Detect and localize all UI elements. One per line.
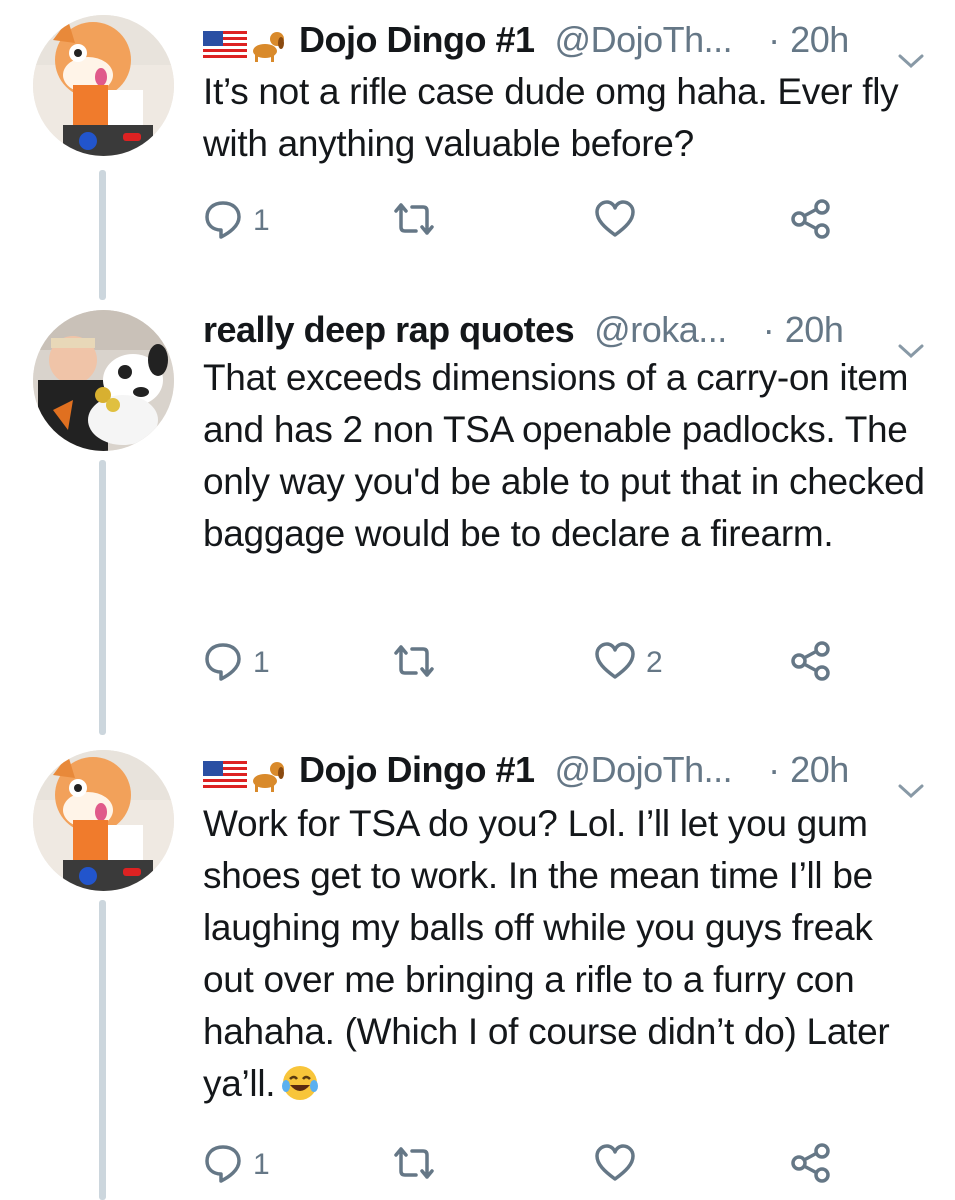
display-name[interactable]: Dojo Dingo #1 xyxy=(299,749,535,790)
reply-icon xyxy=(203,641,243,686)
tweet-header: Dojo Dingo #1 @DojoTh... · 20h xyxy=(203,740,925,800)
like-button[interactable] xyxy=(594,1140,646,1190)
like-button[interactable] xyxy=(594,196,646,246)
share-button[interactable] xyxy=(790,1140,832,1190)
reply-button[interactable]: 1 xyxy=(203,638,270,688)
share-icon xyxy=(790,640,832,687)
flag-emojis xyxy=(203,12,287,72)
tweet[interactable]: really deep rap quotes @roka... · 20h Th… xyxy=(0,300,955,720)
timestamp[interactable]: 20h xyxy=(785,309,844,350)
tweet-header: Dojo Dingo #1 @DojoTh... · 20h xyxy=(203,10,925,70)
heart-icon xyxy=(594,199,636,243)
us-flag-icon xyxy=(203,760,284,792)
dog-emoji-icon xyxy=(253,761,284,792)
timestamp[interactable]: 20h xyxy=(790,749,849,790)
tweet-text: That exceeds dimensions of a carry-on it… xyxy=(203,357,925,554)
tweet-text: Work for TSA do you? Lol. I’ll let you g… xyxy=(203,803,890,1104)
share-button[interactable] xyxy=(790,638,832,688)
tweet[interactable]: Dojo Dingo #1 @DojoTh... · 20h It’s not … xyxy=(0,0,955,280)
like-button[interactable]: 2 xyxy=(594,638,663,688)
share-icon xyxy=(790,1142,832,1189)
avatar[interactable] xyxy=(33,310,174,451)
separator-dot: · xyxy=(762,309,775,350)
reply-icon xyxy=(203,1143,243,1188)
tweet-actions: 1 2 xyxy=(0,638,955,688)
tweet-header: really deep rap quotes @roka... · 20h xyxy=(203,300,925,360)
user-handle[interactable]: @roka... xyxy=(594,309,727,350)
tweet-text-container: Work for TSA do you? Lol. I’ll let you g… xyxy=(203,798,933,1116)
like-count: 2 xyxy=(646,646,663,679)
display-name[interactable]: really deep rap quotes xyxy=(203,309,575,350)
retweet-button[interactable] xyxy=(390,638,448,688)
tweet-actions: 1 xyxy=(0,196,955,246)
heart-icon xyxy=(594,641,636,685)
dog-emoji-icon xyxy=(253,31,284,62)
retweet-button[interactable] xyxy=(390,196,448,246)
reply-count: 1 xyxy=(253,646,270,679)
us-flag-icon xyxy=(203,30,284,62)
reply-count: 1 xyxy=(253,1148,270,1181)
tweet[interactable]: Dojo Dingo #1 @DojoTh... · 20h Work for … xyxy=(0,740,955,1200)
tweet-actions: 1 xyxy=(0,1140,955,1190)
reply-button[interactable]: 1 xyxy=(203,1140,270,1190)
laughing-tears-emoji-icon xyxy=(281,1064,319,1116)
separator-dot: · xyxy=(768,19,781,60)
display-name[interactable]: Dojo Dingo #1 xyxy=(299,19,535,60)
user-handle[interactable]: @DojoTh... xyxy=(555,749,733,790)
reply-count: 1 xyxy=(253,204,270,237)
retweet-icon xyxy=(390,201,438,242)
reply-button[interactable]: 1 xyxy=(203,196,270,246)
separator-dot: · xyxy=(768,749,781,790)
reply-icon xyxy=(203,199,243,244)
timestamp[interactable]: 20h xyxy=(790,19,849,60)
tweet-text: It’s not a rifle case dude omg haha. Eve… xyxy=(203,71,899,164)
flag-emojis xyxy=(203,742,287,802)
avatar[interactable] xyxy=(33,750,174,891)
share-button[interactable] xyxy=(790,196,832,246)
user-handle[interactable]: @DojoTh... xyxy=(555,19,733,60)
retweet-icon xyxy=(390,1145,438,1186)
heart-icon xyxy=(594,1143,636,1187)
share-icon xyxy=(790,198,832,245)
retweet-button[interactable] xyxy=(390,1140,448,1190)
avatar[interactable] xyxy=(33,15,174,156)
retweet-icon xyxy=(390,643,438,684)
